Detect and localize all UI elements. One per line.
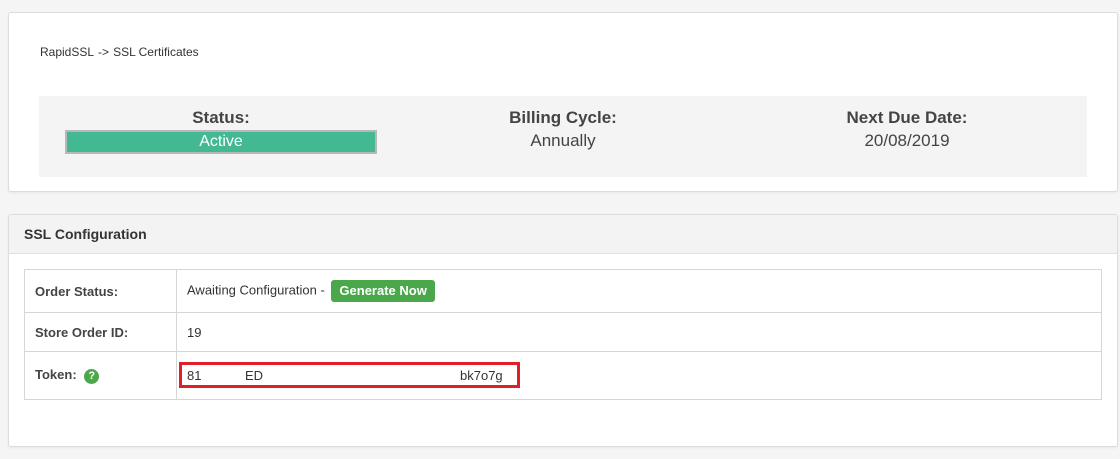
breadcrumb-current: SSL Certificates (113, 45, 199, 59)
billing-cycle-value: Annually (530, 131, 596, 150)
token-part: bk7o7g (460, 368, 503, 383)
token-label: Token: (35, 367, 77, 383)
token-label-cell: Token: ? (24, 351, 177, 400)
token-cell: 81 ED bk7o7g (176, 351, 1102, 400)
order-status-value: Awaiting Configuration - (187, 282, 325, 298)
generate-now-button[interactable]: Generate Now (331, 280, 435, 302)
summary-box: Status: Active Billing Cycle: Annually N… (39, 96, 1087, 177)
order-status-cell: Awaiting Configuration - Generate Now (176, 269, 1102, 313)
store-order-id-label: Store Order ID: (24, 312, 177, 352)
status-label: Status: (192, 108, 250, 127)
store-order-id-value: 19 (176, 312, 1102, 352)
order-status-label: Order Status: (24, 269, 177, 313)
status-badge: Active (65, 130, 377, 154)
breadcrumb-parent[interactable]: RapidSSL (40, 45, 94, 59)
table-row-token: Token: ? 81 ED bk7o7g (24, 351, 1102, 400)
breadcrumb-separator: -> (98, 45, 110, 59)
product-summary-panel: RapidSSL -> SSL Certificates Status: Act… (8, 12, 1118, 192)
ssl-config-table: Order Status: Awaiting Configuration - G… (24, 269, 1102, 400)
table-row-order-status: Order Status: Awaiting Configuration - G… (24, 269, 1102, 313)
token-part: ED (245, 368, 264, 383)
next-due-date-column: Next Due Date: 20/08/2019 (751, 108, 1063, 154)
billing-cycle-label: Billing Cycle: (509, 108, 617, 127)
next-due-date-value: 20/08/2019 (864, 131, 950, 150)
next-due-date-label: Next Due Date: (846, 108, 968, 127)
table-row-store-order-id: Store Order ID: 19 (24, 312, 1102, 352)
token-value: 81 ED bk7o7g (187, 368, 1091, 383)
breadcrumb: RapidSSL -> SSL Certificates (40, 45, 199, 59)
help-icon[interactable]: ? (84, 368, 100, 384)
billing-cycle-column: Billing Cycle: Annually (407, 108, 719, 154)
token-part: 81 (187, 368, 202, 383)
status-column: Status: Active (65, 108, 377, 154)
panel-title: SSL Configuration (9, 215, 1117, 254)
ssl-configuration-panel: SSL Configuration Order Status: Awaiting… (8, 214, 1118, 447)
